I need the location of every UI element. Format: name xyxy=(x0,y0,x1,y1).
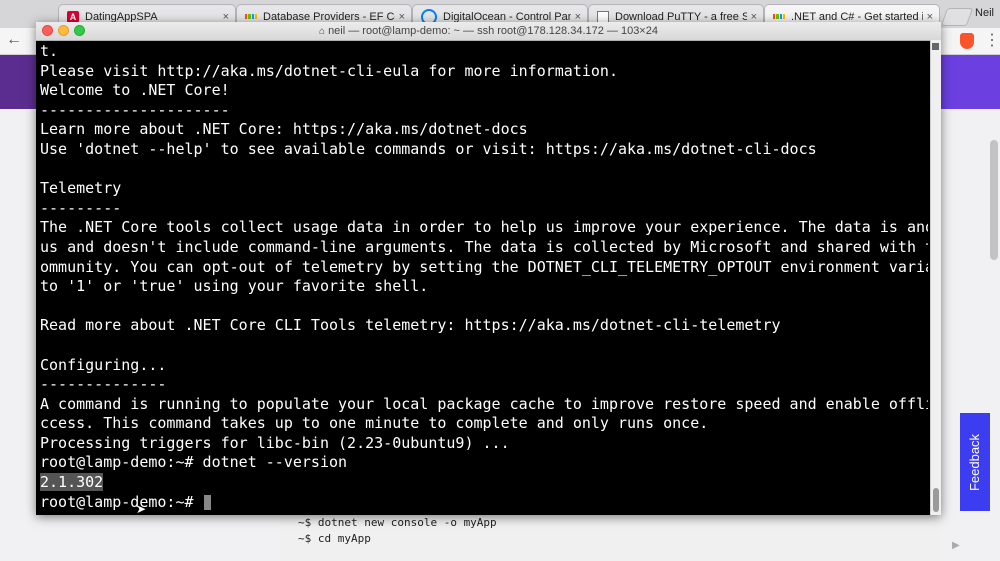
terminal-line: --------- xyxy=(40,198,122,217)
terminal-line: -------------- xyxy=(40,375,167,394)
terminal-line: t. xyxy=(40,42,59,60)
terminal-line: to '1' or 'true' using your favorite she… xyxy=(40,277,429,296)
page-scrollbar[interactable] xyxy=(990,140,998,260)
code-snippet: ~$ dotnet new console -o myApp ~$ cd myA… xyxy=(280,515,940,561)
terminal-line: Read more about .NET Core CLI Tools tele… xyxy=(40,316,781,335)
prompt-line[interactable]: root@lamp-demo:~# xyxy=(40,493,928,512)
close-icon[interactable]: × xyxy=(223,11,229,23)
terminal-line: The .NET Core tools collect usage data i… xyxy=(40,218,928,237)
tab-title: .NET and C# - Get started in 1 xyxy=(791,10,923,23)
terminal-scrollbar[interactable] xyxy=(930,40,941,515)
terminal-window[interactable]: ⌂ neil — root@lamp-demo: ~ — ssh root@178… xyxy=(36,22,941,516)
tab-title: Database Providers - EF Core xyxy=(263,10,395,23)
brave-shield-icon[interactable] xyxy=(960,33,974,49)
terminal-scroll-thumb[interactable] xyxy=(933,488,939,512)
tab-title: Download PuTTY - a free SSH xyxy=(615,10,747,23)
home-icon: ⌂ xyxy=(319,26,326,37)
microsoft-icon xyxy=(245,11,257,23)
terminal-line: Use 'dotnet --help' to see available com… xyxy=(40,139,817,158)
angular-icon: A xyxy=(67,10,79,23)
terminal-cursor xyxy=(203,494,211,510)
microsoft-icon xyxy=(773,11,785,23)
feedback-button[interactable]: Feedback xyxy=(960,413,990,511)
terminal-output[interactable]: t. Please visit http://aka.ms/dotnet-cli-… xyxy=(40,42,928,512)
profile-name[interactable]: Neil xyxy=(975,7,994,19)
terminal-line: Telemetry xyxy=(40,179,122,198)
close-icon[interactable]: × xyxy=(927,11,933,23)
close-icon[interactable]: × xyxy=(751,11,757,23)
shell-prompt: root@lamp-demo:~# xyxy=(40,492,203,511)
new-tab-button[interactable] xyxy=(940,8,974,26)
close-icon[interactable]: × xyxy=(575,11,581,23)
terminal-line: Welcome to .NET Core! xyxy=(40,81,230,100)
terminal-line: ommunity. You can opt-out of telemetry b… xyxy=(40,257,928,276)
terminal-line: Configuring... xyxy=(40,355,167,374)
code-line: ~$ dotnet new console -o myApp xyxy=(298,516,497,529)
version-output[interactable]: 2.1.302 xyxy=(40,473,104,492)
document-icon xyxy=(597,10,609,23)
terminal-line: Processing triggers for libc-bin (2.23-0… xyxy=(40,433,510,452)
browser-menu-icon[interactable]: ⋮ xyxy=(984,30,1000,50)
video-watermark-icon: ▶ xyxy=(952,540,960,551)
terminal-line: Learn more about .NET Core: https://aka.… xyxy=(40,120,528,139)
terminal-line: --------------------- xyxy=(40,100,230,119)
terminal-line: A command is running to populate your lo… xyxy=(40,394,928,413)
tab-title: DigitalOcean - Control Panel xyxy=(443,10,571,23)
terminal-title-text: neil — root@lamp-demo: ~ — ssh root@178.… xyxy=(328,25,658,37)
version-output-line: 2.1.302 xyxy=(40,473,928,493)
scrollbar-top-icon xyxy=(932,43,939,50)
terminal-titlebar[interactable]: ⌂ neil — root@lamp-demo: ~ — ssh root@178… xyxy=(36,22,941,41)
feedback-label: Feedback xyxy=(967,433,983,491)
close-icon[interactable]: × xyxy=(399,11,405,23)
tab-title: DatingAppSPA xyxy=(85,10,158,23)
terminal-line: ccess. This command takes up to one minu… xyxy=(40,414,709,433)
mouse-pointer-icon: ➤ xyxy=(136,502,147,516)
terminal-line: us and doesn't include command-line argu… xyxy=(40,237,928,256)
terminal-line: root@lamp-demo:~# dotnet --version xyxy=(40,453,348,472)
terminal-line: Please visit http://aka.ms/dotnet-cli-eu… xyxy=(40,61,618,80)
terminal-lines: t. Please visit http://aka.ms/dotnet-cli-… xyxy=(40,42,928,473)
terminal-title: ⌂ neil — root@lamp-demo: ~ — ssh root@178… xyxy=(36,22,941,40)
back-arrow-icon[interactable]: ← xyxy=(6,31,22,49)
code-line: ~$ cd myApp xyxy=(298,532,371,545)
page-header-accent xyxy=(940,55,1000,109)
